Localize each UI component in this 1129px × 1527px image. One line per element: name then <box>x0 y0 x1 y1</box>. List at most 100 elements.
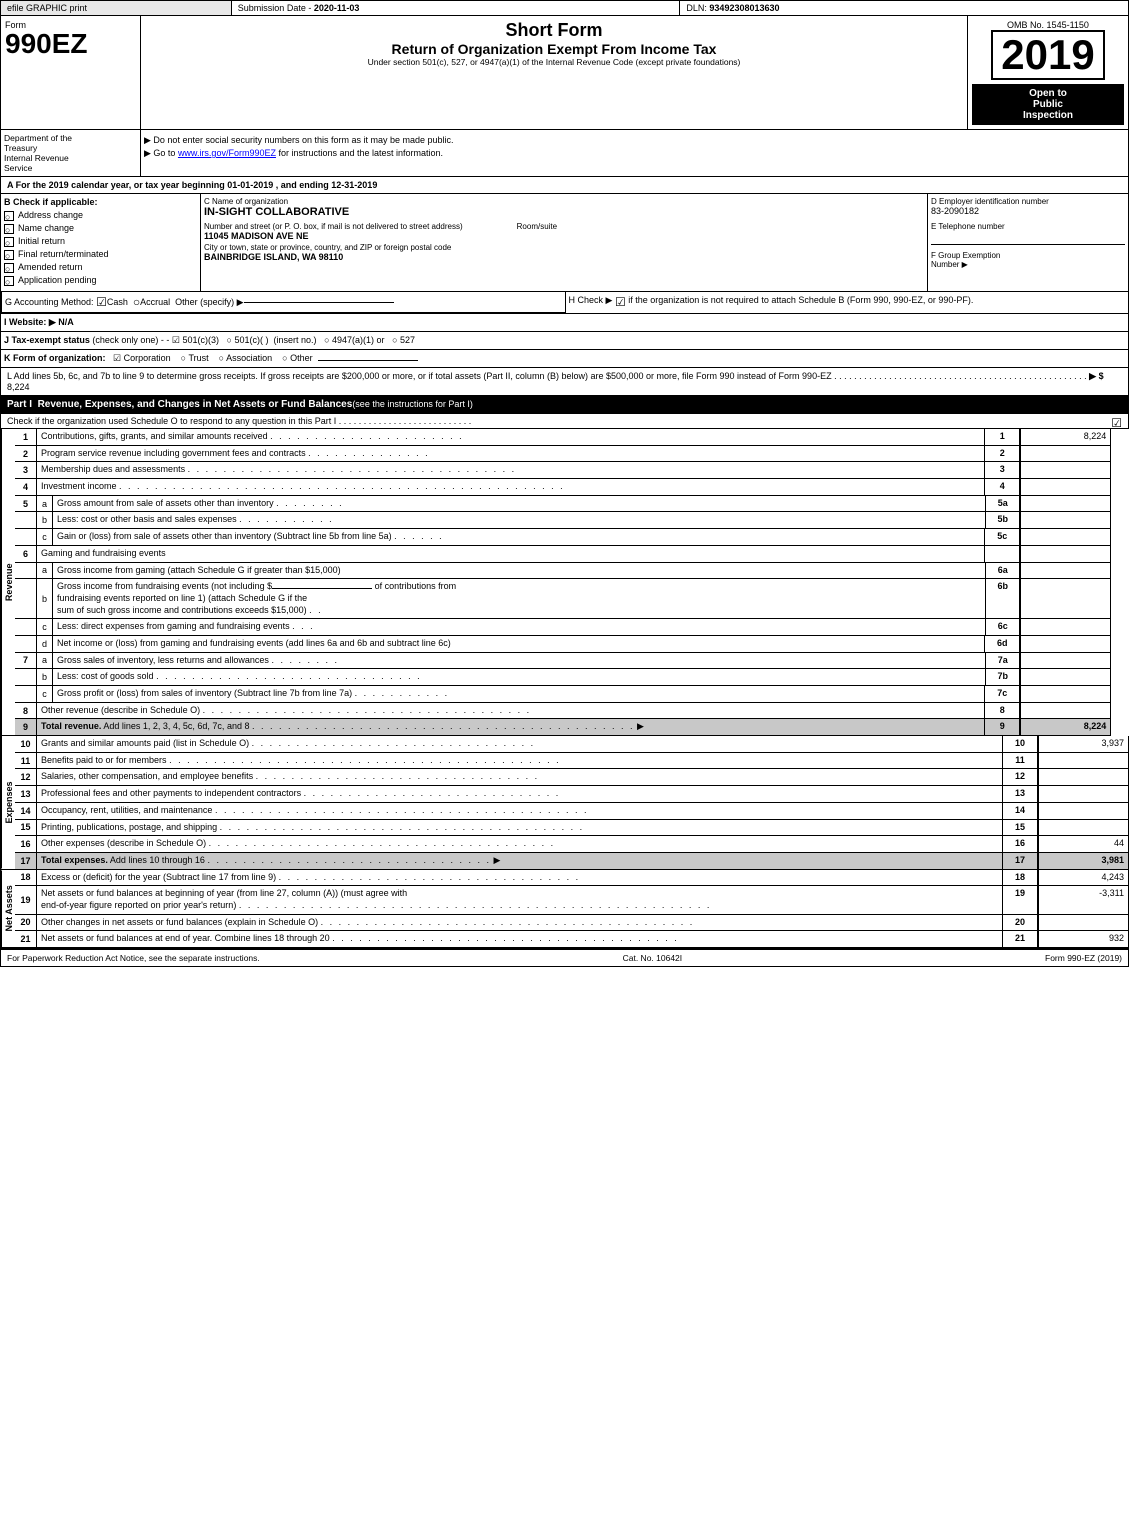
assets-row-21: 21 Net assets or fund balances at end of… <box>15 931 1128 947</box>
j-501c3-box[interactable]: ☑ <box>172 335 180 345</box>
row-12-desc: Salaries, other compensation, and employ… <box>37 769 1003 785</box>
checkbox-pending[interactable]: ○ Application pending <box>4 275 197 286</box>
row-14-desc: Occupancy, rent, utilities, and maintena… <box>37 803 1003 819</box>
irs-url[interactable]: www.irs.gov/Form990EZ <box>178 148 276 158</box>
checkbox-amended[interactable]: ○ Amended return <box>4 262 197 273</box>
row-7c-ref: 7c <box>985 686 1020 702</box>
row-7b-desc: Less: cost of goods sold . . . . . . . .… <box>53 669 985 685</box>
submission-date: Submission Date - 2020-11-03 <box>232 1 681 15</box>
address-field-label: Number and street (or P. O. box, if mail… <box>204 222 463 231</box>
part1-header: Part I Revenue, Expenses, and Changes in… <box>0 396 1129 414</box>
row-21-num: 21 <box>15 931 37 947</box>
row-6d-num <box>15 636 37 652</box>
row-7c-num <box>15 686 37 702</box>
row-6b-desc: Gross income from fundraising events (no… <box>53 579 985 618</box>
amended-checkbox[interactable]: ○ <box>4 263 14 273</box>
row-10-ref: 10 <box>1003 736 1038 752</box>
revenue-row-5b: b Less: cost or other basis and sales ex… <box>15 512 1110 529</box>
l-arrow: ▶ $ <box>1089 371 1103 381</box>
row-4-amount <box>1020 479 1110 495</box>
org-name-value: IN-SIGHT COLLABORATIVE <box>204 206 924 218</box>
row-14-amount <box>1038 803 1128 819</box>
omb-box: OMB No. 1545-1150 2019 Open toPublicInsp… <box>968 16 1128 129</box>
pending-checkbox[interactable]: ○ <box>4 276 14 286</box>
row-2-ref: 2 <box>985 446 1020 462</box>
assets-side-label: Net Assets <box>1 870 15 947</box>
row-15-num: 15 <box>15 820 37 836</box>
k-other-box[interactable]: ○ <box>282 353 287 363</box>
accrual-label: Accrual <box>140 297 170 307</box>
initial-checkbox[interactable]: ○ <box>4 237 14 247</box>
row-18-ref: 18 <box>1003 870 1038 886</box>
section-bcd: B Check if applicable: ○ Address change … <box>0 194 1129 292</box>
checkbox-name[interactable]: ○ Name change <box>4 223 197 234</box>
j-4947-box[interactable]: ○ <box>324 335 329 345</box>
section-c: C Name of organization IN-SIGHT COLLABOR… <box>201 194 928 291</box>
footer-cat: Cat. No. 10642I <box>623 953 683 963</box>
checkbox-initial[interactable]: ○ Initial return <box>4 236 197 247</box>
row-16-amount: 44 <box>1038 836 1128 852</box>
section-d: D Employer identification number 83-2090… <box>928 194 1128 291</box>
row-21-desc: Net assets or fund balances at end of ye… <box>37 931 1003 947</box>
revenue-row-1: 1 Contributions, gifts, grants, and simi… <box>15 429 1110 446</box>
k-label: K Form of organization: <box>4 353 106 363</box>
row-21-ref: 21 <box>1003 931 1038 947</box>
h-checkbox[interactable]: ☑ <box>615 295 626 309</box>
part1-checkbox[interactable]: ☑ <box>1111 416 1122 430</box>
row-20-ref: 20 <box>1003 915 1038 931</box>
name-checkbox[interactable]: ○ <box>4 224 14 234</box>
city-value: BAINBRIDGE ISLAND, WA 98110 <box>204 252 924 262</box>
k-corp-box[interactable]: ☑ <box>113 353 121 363</box>
footer: For Paperwork Reduction Act Notice, see … <box>0 948 1129 967</box>
row-9-num: 9 <box>15 719 37 735</box>
gh-row: G Accounting Method: ☑ Cash ○ Accrual Ot… <box>0 292 1129 314</box>
phone-label: E Telephone number <box>931 222 1125 231</box>
efile-label: efile GRAPHIC print <box>1 1 232 15</box>
row-6d-amount <box>1020 636 1110 652</box>
row-15-amount <box>1038 820 1128 836</box>
expenses-row-17: 17 Total expenses. Add lines 10 through … <box>15 853 1128 869</box>
row-6c-amount <box>1020 619 1110 635</box>
assets-section: Net Assets 18 Excess or (deficit) for th… <box>0 870 1129 948</box>
row-20-amount <box>1038 915 1128 931</box>
pending-label: Application pending <box>18 275 97 285</box>
row-5a-amount <box>1020 496 1110 512</box>
l-text: L Add lines 5b, 6c, and 7b to line 9 to … <box>7 371 832 381</box>
row-1-amount: 8,224 <box>1020 429 1110 445</box>
checkbox-final[interactable]: ○ Final return/terminated <box>4 249 197 260</box>
accrual-checkbox[interactable]: ○ <box>133 295 140 309</box>
subtitle: Under section 501(c), 527, or 4947(a)(1)… <box>145 57 963 67</box>
row-8-desc: Other revenue (describe in Schedule O) .… <box>37 703 985 719</box>
row-5c-ref: 5c <box>985 529 1020 545</box>
assets-row-18: 18 Excess or (deficit) for the year (Sub… <box>15 870 1128 887</box>
section-a: A For the 2019 calendar year, or tax yea… <box>0 177 1129 194</box>
row-7b-num <box>15 669 37 685</box>
form-990ez: 990EZ <box>5 30 136 58</box>
revenue-row-6a: a Gross income from gaming (attach Sched… <box>15 563 1110 580</box>
row-3-num: 3 <box>15 462 37 478</box>
row-18-num: 18 <box>15 870 37 886</box>
j-501c3-label: 501(c)(3) <box>183 335 220 345</box>
final-label: Final return/terminated <box>18 249 109 259</box>
row-8-ref: 8 <box>985 703 1020 719</box>
row-15-desc: Printing, publications, postage, and shi… <box>37 820 1003 836</box>
accounting-label: G Accounting Method: <box>5 297 94 307</box>
j-501c-box[interactable]: ○ <box>227 335 232 345</box>
j-527-box[interactable]: ○ <box>392 335 397 345</box>
revenue-row-4: 4 Investment income . . . . . . . . . . … <box>15 479 1110 496</box>
j-501c-label: 501(c)( ) <box>235 335 269 345</box>
final-checkbox[interactable]: ○ <box>4 250 14 260</box>
row-16-ref: 16 <box>1003 836 1038 852</box>
row-13-desc: Professional fees and other payments to … <box>37 786 1003 802</box>
k-trust-box[interactable]: ○ <box>181 353 186 363</box>
k-assoc-box[interactable]: ○ <box>219 353 224 363</box>
row-20-desc: Other changes in net assets or fund bala… <box>37 915 1003 931</box>
k-other-value[interactable] <box>318 360 418 361</box>
address-checkbox[interactable]: ○ <box>4 211 14 221</box>
row-7-num: 7 <box>15 653 37 669</box>
checkbox-address[interactable]: ○ Address change <box>4 210 197 221</box>
row-1-desc: Contributions, gifts, grants, and simila… <box>37 429 985 445</box>
cash-checkbox[interactable]: ☑ <box>96 295 107 309</box>
other-value[interactable] <box>244 302 394 303</box>
name-label: Name change <box>18 223 74 233</box>
